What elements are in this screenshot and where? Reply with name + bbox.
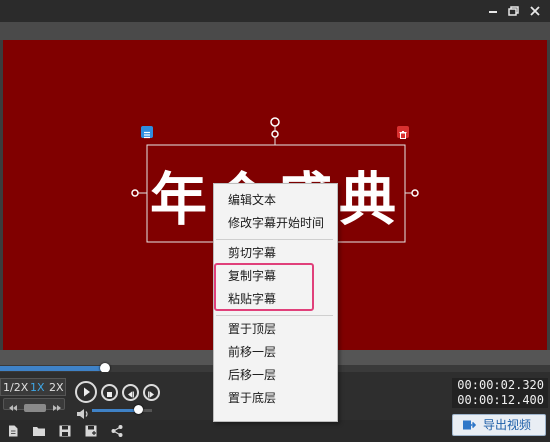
next-frame-button[interactable]	[143, 384, 160, 401]
resize-handle-right[interactable]	[411, 189, 419, 197]
time-readout: 00:00:02.320 00:00:12.400	[452, 378, 548, 408]
speed-half[interactable]: 1/2X	[3, 380, 28, 395]
total-time: 00:00:12.400	[457, 393, 544, 407]
menu-item-paste-subtitle[interactable]: 粘贴字幕	[214, 288, 335, 310]
list-icon[interactable]	[141, 126, 153, 139]
play-button[interactable]	[75, 381, 97, 403]
volume-fill	[92, 409, 138, 412]
menu-item-edit-text[interactable]: 编辑文本	[214, 189, 335, 211]
speed-double[interactable]: 2X	[49, 380, 64, 395]
menu-item-copy-subtitle[interactable]: 复制字幕	[214, 265, 335, 287]
jog-shuttle[interactable]	[3, 398, 65, 412]
volume-icon[interactable]	[76, 405, 90, 419]
menu-item-change-start-time[interactable]: 修改字幕开始时间	[214, 212, 335, 234]
context-menu: 编辑文本 修改字幕开始时间 剪切字幕 复制字幕 粘贴字幕 置于顶层 前移一层 后…	[213, 183, 338, 422]
export-icon	[462, 418, 477, 432]
progress-fill	[0, 366, 105, 371]
share-icon[interactable]	[110, 423, 124, 437]
menu-separator	[216, 315, 333, 316]
export-video-button[interactable]: 导出视频	[452, 414, 546, 436]
rotate-handle[interactable]	[270, 117, 280, 127]
menu-item-cut-subtitle[interactable]: 剪切字幕	[214, 242, 335, 264]
resize-handle-top[interactable]	[271, 130, 279, 138]
prev-frame-button[interactable]	[122, 384, 139, 401]
new-file-icon[interactable]	[6, 423, 20, 437]
delete-icon[interactable]	[397, 126, 409, 139]
menu-separator	[216, 239, 333, 240]
menu-item-send-backward[interactable]: 后移一层	[214, 364, 335, 386]
save-as-icon[interactable]	[84, 423, 98, 437]
menu-item-bring-forward[interactable]: 前移一层	[214, 341, 335, 363]
resize-handle-left[interactable]	[131, 189, 139, 197]
menu-item-bring-to-front[interactable]: 置于顶层	[214, 318, 335, 340]
current-time: 00:00:02.320	[457, 378, 544, 392]
export-video-label: 导出视频	[483, 418, 532, 432]
menu-item-send-to-back[interactable]: 置于底层	[214, 387, 335, 409]
open-folder-icon[interactable]	[32, 423, 46, 437]
speed-normal[interactable]: 1X	[30, 380, 45, 395]
save-icon[interactable]	[58, 423, 72, 437]
volume-knob[interactable]	[134, 405, 143, 414]
stop-button[interactable]	[101, 384, 118, 401]
